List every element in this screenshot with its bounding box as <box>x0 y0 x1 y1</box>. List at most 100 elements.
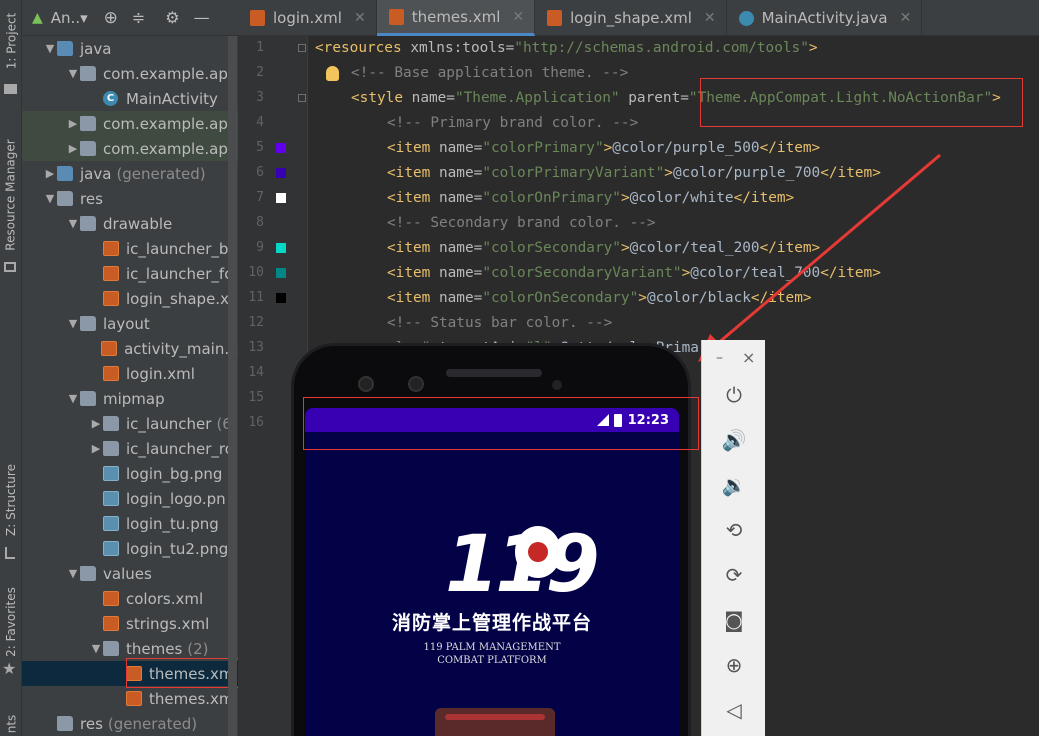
close-icon[interactable]: ✕ <box>704 10 716 26</box>
close-icon[interactable]: ✕ <box>900 10 912 26</box>
tree-item-label: values <box>103 564 152 583</box>
tree-item[interactable]: login_bg.png <box>22 461 238 486</box>
tree-item[interactable]: login_tu.png <box>22 511 238 536</box>
close-button[interactable]: × <box>742 348 755 367</box>
chevron-down-icon[interactable]: ▼ <box>43 42 57 55</box>
rotate-right-icon[interactable]: ⟳ <box>722 563 746 587</box>
minimize-button[interactable]: – <box>716 350 723 366</box>
tree-item[interactable]: login_shape.x <box>22 286 238 311</box>
tree-item[interactable]: ▼ mipmap <box>22 386 238 411</box>
fold-marker-icon[interactable] <box>298 44 306 52</box>
structure-tab[interactable]: Z: Structure <box>0 455 22 545</box>
fold-marker-icon[interactable] <box>298 94 306 102</box>
line-number: 1 <box>256 40 264 55</box>
fire-badge-icon <box>515 526 561 578</box>
editor-tab[interactable]: MainActivity.java ✕ <box>727 0 923 36</box>
project-tool-tab[interactable]: 1: Project <box>0 6 22 76</box>
chevron-right-icon[interactable]: ▶ <box>89 442 103 455</box>
annotation-arrow <box>698 153 941 362</box>
line-number: 8 <box>256 215 264 230</box>
chevron-down-icon[interactable]: ▼ <box>66 392 80 405</box>
color-swatch[interactable] <box>276 168 286 178</box>
tree-item-label: com.example.app <box>103 139 238 158</box>
tree-item[interactable]: activity_main.x <box>22 336 238 361</box>
editor-tab[interactable]: themes.xml ✕ <box>376 0 536 36</box>
code-value: "Theme.Application" <box>454 90 620 106</box>
tree-item[interactable]: ▶ java (generated) <box>22 161 238 186</box>
code-line[interactable]: <!-- Secondary brand color. --> <box>387 211 656 236</box>
parent-value-highlight <box>700 78 1023 127</box>
tree-item[interactable]: ▼ values <box>22 561 238 586</box>
code-line[interactable]: <resources xmlns:tools="http://schemas.a… <box>315 36 818 61</box>
code-line[interactable]: <!-- Primary brand color. --> <box>387 111 638 136</box>
tree-item[interactable]: ic_launcher_ba <box>22 236 238 261</box>
color-swatch[interactable] <box>276 143 286 153</box>
chevron-down-icon[interactable]: ▼ <box>89 642 103 655</box>
chevron-down-icon[interactable]: ▼ <box>66 67 80 80</box>
collapse-icon[interactable]: ≑ <box>132 8 145 27</box>
folder-icon <box>57 191 73 206</box>
code-line[interactable]: <!-- Base application theme. --> <box>351 61 628 86</box>
tree-item[interactable]: themes.xm <box>22 686 238 711</box>
color-swatch[interactable] <box>276 268 286 278</box>
tree-item-label: drawable <box>103 214 173 233</box>
hide-icon[interactable]: — <box>194 8 210 27</box>
tree-item[interactable]: ▶ com.example.app <box>22 136 238 161</box>
chevron-down-icon[interactable]: ▼ <box>66 317 80 330</box>
tab-label: login.xml <box>273 9 342 27</box>
chevron-down-icon[interactable]: ▼ <box>66 567 80 580</box>
tree-item[interactable]: colors.xml <box>22 586 238 611</box>
power-icon[interactable]: ⏻ <box>722 383 746 407</box>
chevron-down-icon[interactable]: ▼ <box>66 217 80 230</box>
tree-item[interactable]: ic_launcher_fc <box>22 261 238 286</box>
resource-manager-tab[interactable]: Resource Manager <box>0 130 22 260</box>
back-icon[interactable]: ◁ <box>722 698 746 722</box>
chevron-right-icon[interactable]: ▶ <box>89 417 103 430</box>
tree-item[interactable]: ▼ java <box>22 36 238 61</box>
tree-item[interactable]: ▶ ic_launcher_ro <box>22 436 238 461</box>
chevron-down-icon[interactable]: ▼ <box>43 192 57 205</box>
color-swatch[interactable] <box>276 243 286 253</box>
project-view-selector[interactable]: An..▾ <box>51 9 88 27</box>
phone-screen[interactable]: 12:23 119 消防掌上管理作战平台 119 PALM MANAGEMENT… <box>305 408 679 736</box>
favorites-tab[interactable]: 2: Favorites <box>0 582 22 662</box>
code-line[interactable]: <!-- Status bar color. --> <box>387 311 612 336</box>
sensor-icon <box>552 380 562 390</box>
close-icon[interactable]: ✕ <box>512 9 524 25</box>
tree-item[interactable]: C MainActivity <box>22 86 238 111</box>
editor-tab[interactable]: login_shape.xml ✕ <box>535 0 727 36</box>
tree-item[interactable]: ▼ res <box>22 186 238 211</box>
tree-item[interactable]: ▼ com.example.app <box>22 61 238 86</box>
tree-item[interactable]: ▼ layout <box>22 311 238 336</box>
code-attr: name= <box>438 165 483 181</box>
line-number: 11 <box>248 290 264 305</box>
volume-up-icon[interactable]: 🔊 <box>722 428 747 452</box>
tree-item-label: com.example.app <box>103 64 238 83</box>
tree-scrollbar[interactable] <box>228 36 237 736</box>
close-icon[interactable]: ✕ <box>354 10 366 26</box>
rotate-left-icon[interactable]: ⟲ <box>722 518 746 542</box>
tree-item[interactable]: ▼ drawable <box>22 211 238 236</box>
color-swatch[interactable] <box>276 193 286 203</box>
chevron-right-icon[interactable]: ▶ <box>66 142 80 155</box>
gear-icon[interactable]: ⚙ <box>165 8 179 27</box>
code-attr: name= <box>438 140 483 156</box>
tree-item[interactable]: ▶ com.example.app <box>22 111 238 136</box>
bottom-tab[interactable]: nts <box>0 712 22 736</box>
volume-down-icon[interactable]: 🔉 <box>722 473 747 497</box>
xml-file-icon <box>103 616 119 631</box>
tree-item[interactable]: res (generated) <box>22 711 238 736</box>
locate-icon[interactable]: ⊕ <box>104 8 118 28</box>
tree-item[interactable]: login_logo.pn <box>22 486 238 511</box>
color-swatch[interactable] <box>276 293 286 303</box>
screenshot-icon[interactable]: ◙ <box>722 608 746 632</box>
tree-item[interactable]: ▶ ic_launcher (6 <box>22 411 238 436</box>
editor-tab[interactable]: login.xml ✕ <box>238 0 377 36</box>
zoom-icon[interactable]: ⊕ <box>722 653 746 677</box>
lightbulb-icon[interactable] <box>326 66 339 81</box>
chevron-right-icon[interactable]: ▶ <box>66 117 80 130</box>
tree-item[interactable]: strings.xml <box>22 611 238 636</box>
chevron-right-icon[interactable]: ▶ <box>43 167 57 180</box>
tree-item[interactable]: login_tu2.png <box>22 536 238 561</box>
tree-item[interactable]: login.xml <box>22 361 238 386</box>
